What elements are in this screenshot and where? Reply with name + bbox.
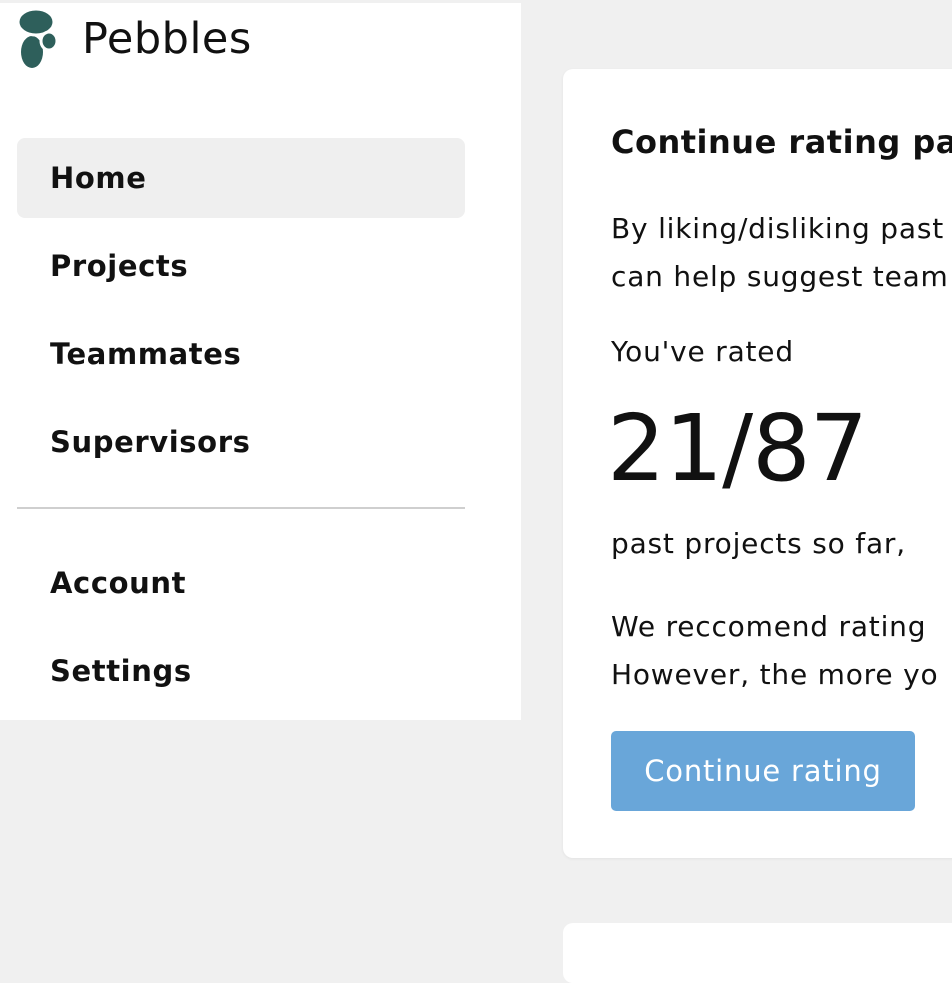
nav-divider [17, 507, 465, 509]
nav-item-label: Home [50, 161, 147, 195]
nav-item-label: Projects [50, 249, 189, 283]
card-description-line: can help suggest team [611, 260, 949, 293]
secondary-nav: Account Settings [17, 543, 465, 719]
rating-count-suffix: past projects so far, [611, 527, 906, 560]
nav-item-account[interactable]: Account [17, 543, 465, 623]
nav-item-label: Supervisors [50, 425, 251, 459]
recommendation-line: However, the more yo [611, 658, 939, 691]
rating-count: 21/87 [607, 395, 868, 502]
primary-nav: Home Projects Teammates Supervisors [17, 138, 465, 490]
card-description: By liking/disliking past can help sugges… [611, 205, 949, 301]
nav-item-label: Teammates [50, 337, 242, 371]
card-description-line: By liking/disliking past [611, 212, 944, 245]
rating-progress-card: Continue rating pas By liking/disliking … [563, 69, 952, 858]
brand[interactable]: Pebbles [16, 8, 252, 70]
nav-item-home[interactable]: Home [17, 138, 465, 218]
nav-item-supervisors[interactable]: Supervisors [17, 402, 465, 482]
continue-rating-button[interactable]: Continue rating [611, 731, 915, 811]
card-title: Continue rating pas [611, 123, 952, 161]
nav-item-projects[interactable]: Projects [17, 226, 465, 306]
pebbles-logo-icon [16, 8, 59, 68]
recommendation-line: We reccomend rating [611, 610, 927, 643]
nav-item-label: Account [50, 566, 187, 600]
secondary-card [563, 923, 952, 983]
rated-label: You've rated [611, 335, 794, 368]
brand-name: Pebbles [82, 14, 252, 64]
nav-item-settings[interactable]: Settings [17, 631, 465, 711]
recommendation-text: We reccomend rating However, the more yo [611, 603, 938, 699]
nav-item-label: Settings [50, 654, 192, 688]
nav-item-teammates[interactable]: Teammates [17, 314, 465, 394]
sidebar: Pebbles Home Projects Teammates Supervis… [0, 3, 521, 720]
